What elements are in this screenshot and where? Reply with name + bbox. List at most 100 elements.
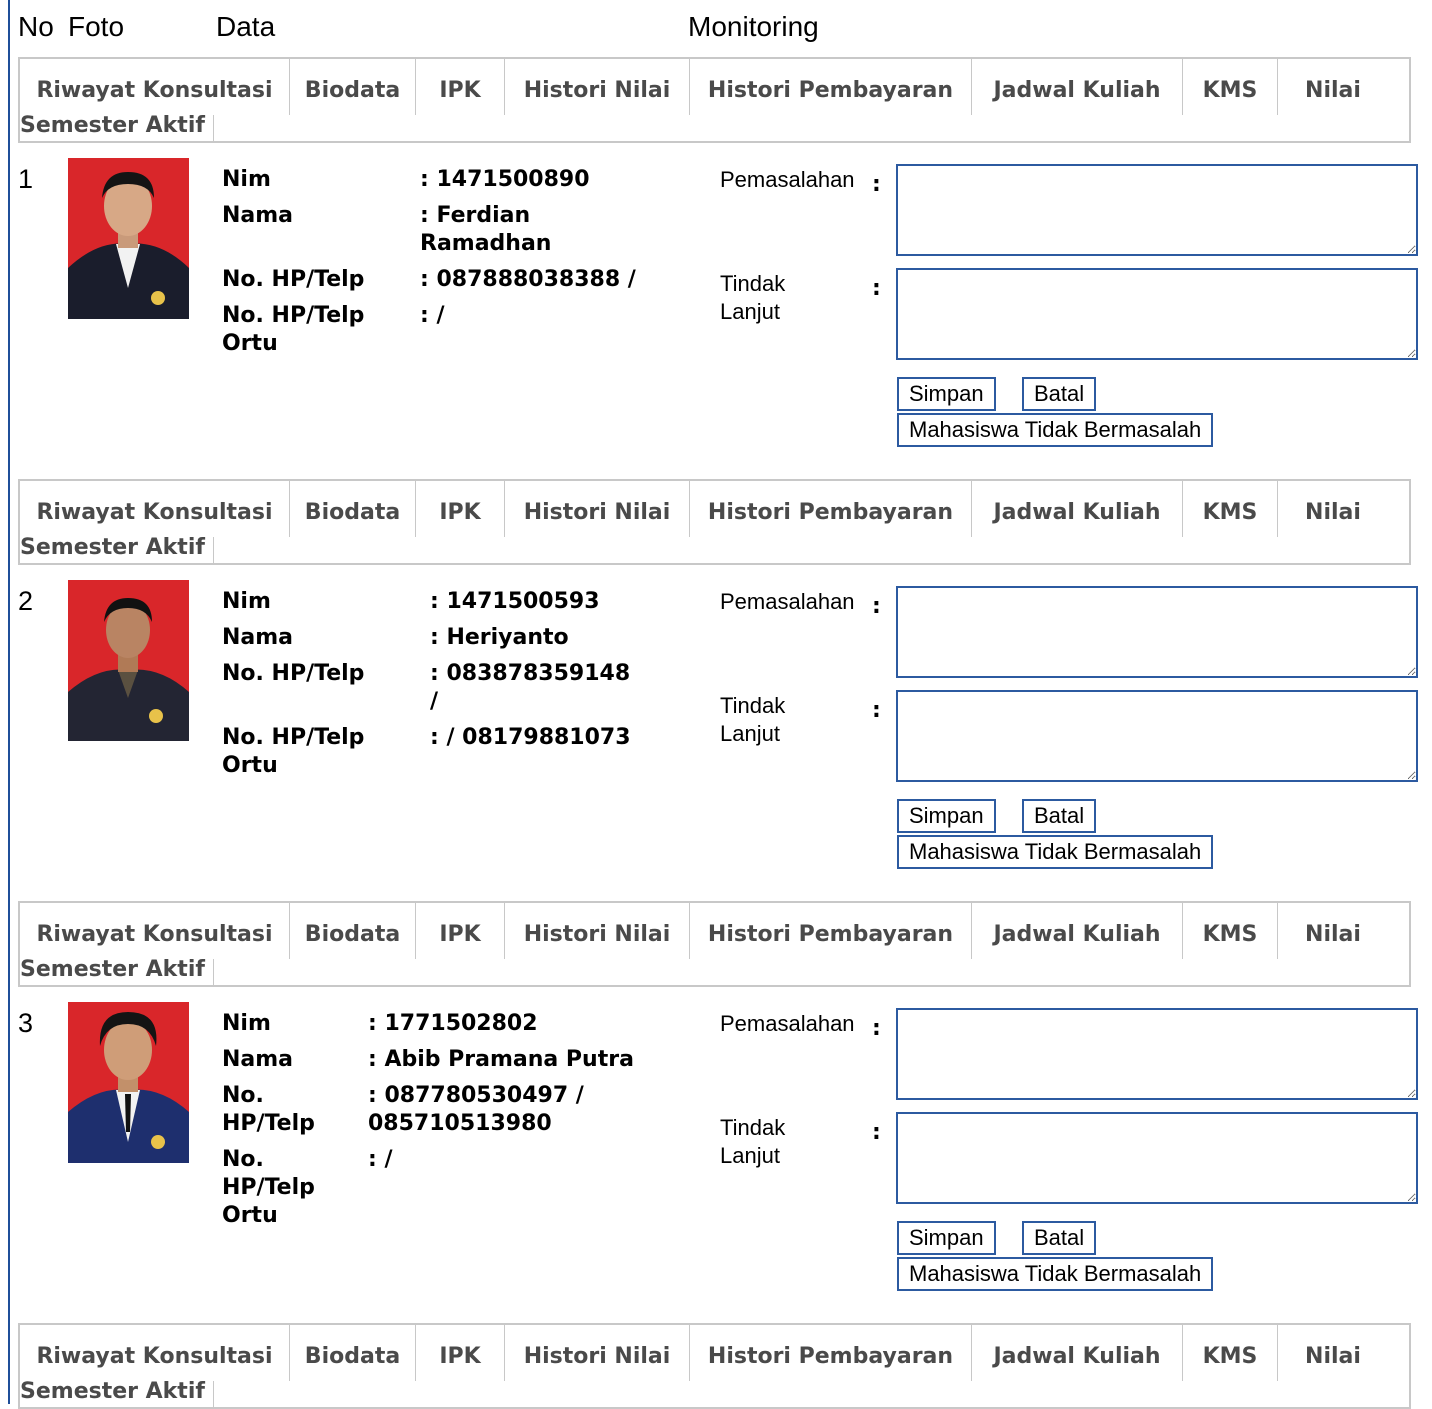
batal-button[interactable]: Batal xyxy=(1022,799,1097,833)
colon: : xyxy=(872,1016,881,1041)
tindak-lanjut-textarea[interactable] xyxy=(896,268,1418,360)
tab-semester-aktif[interactable]: Semester Aktif xyxy=(20,115,214,143)
tab-nilai[interactable]: Nilai xyxy=(1278,903,1388,959)
tab-ipk[interactable]: IPK xyxy=(416,903,505,959)
tab-nilai[interactable]: Nilai xyxy=(1278,1325,1388,1381)
tab-kms[interactable]: KMS xyxy=(1183,1325,1278,1381)
colon: : xyxy=(872,698,881,723)
tab-histori-nilai[interactable]: Histori Nilai xyxy=(505,59,690,115)
label-pemasalahan: Pemasalahan xyxy=(720,589,855,614)
value-nim: : 1771502802 xyxy=(368,1011,538,1036)
tab-kms[interactable]: KMS xyxy=(1183,59,1278,115)
value-hp: : 087780530497 / 085710513980 xyxy=(368,1083,584,1136)
tab-jadwal-kuliah[interactable]: Jadwal Kuliah xyxy=(972,1325,1183,1381)
tab-biodata[interactable]: Biodata xyxy=(290,481,416,537)
value-nama: : Heriyanto xyxy=(430,625,569,650)
value-hp-ortu: : / xyxy=(420,303,445,328)
simpan-button[interactable]: Simpan xyxy=(897,1221,996,1255)
value-hp-ortu: : / xyxy=(368,1147,393,1172)
tindak-lanjut-textarea[interactable] xyxy=(896,690,1418,782)
tidak-bermasalah-button[interactable]: Mahasiswa Tidak Bermasalah xyxy=(897,835,1214,869)
colon: : xyxy=(872,1120,881,1145)
value-nama: : Ferdian Ramadhan xyxy=(420,203,552,256)
tab-riwayat-konsultasi[interactable]: Riwayat Konsultasi xyxy=(20,1325,290,1381)
value-nama: : Abib Pramana Putra xyxy=(368,1047,634,1072)
tab-ipk[interactable]: IPK xyxy=(416,59,505,115)
student-photo xyxy=(68,1002,189,1163)
label-pemasalahan: Pemasalahan xyxy=(720,167,855,192)
label-tindak-lanjut: Tindak Lanjut xyxy=(720,1115,786,1168)
header-foto: Foto xyxy=(68,11,125,42)
tab-biodata[interactable]: Biodata xyxy=(290,1325,416,1381)
tab-jadwal-kuliah[interactable]: Jadwal Kuliah xyxy=(972,481,1183,537)
label-nim: Nim xyxy=(222,167,271,192)
tab-semester-aktif[interactable]: Semester Aktif xyxy=(20,1381,214,1409)
simpan-button[interactable]: Simpan xyxy=(897,377,996,411)
pemasalahan-textarea[interactable] xyxy=(896,164,1418,256)
label-tindak-lanjut: Tindak Lanjut xyxy=(720,693,786,746)
tab-nilai[interactable]: Nilai xyxy=(1278,59,1388,115)
row-number: 3 xyxy=(18,1008,34,1038)
label-hp: No. HP/Telp xyxy=(222,1083,315,1136)
tidak-bermasalah-button[interactable]: Mahasiswa Tidak Bermasalah xyxy=(897,1257,1214,1291)
value-hp-ortu: : / 08179881073 xyxy=(430,725,631,750)
value-hp: : 087888038388 / xyxy=(420,267,636,292)
tab-histori-pembayaran[interactable]: Histori Pembayaran xyxy=(690,1325,972,1381)
tab-histori-nilai[interactable]: Histori Nilai xyxy=(505,481,690,537)
value-nim: : 1471500593 xyxy=(430,589,600,614)
label-nim: Nim xyxy=(222,589,271,614)
student-tabs: Riwayat Konsultasi Biodata IPK Histori N… xyxy=(18,57,1411,143)
value-nim: : 1471500890 xyxy=(420,167,590,192)
colon: : xyxy=(872,594,881,619)
tindak-lanjut-textarea[interactable] xyxy=(896,1112,1418,1204)
value-hp: : 083878359148 / xyxy=(430,661,631,714)
tab-histori-pembayaran[interactable]: Histori Pembayaran xyxy=(690,481,972,537)
tab-kms[interactable]: KMS xyxy=(1183,903,1278,959)
tab-semester-aktif[interactable]: Semester Aktif xyxy=(20,959,214,987)
tab-riwayat-konsultasi[interactable]: Riwayat Konsultasi xyxy=(20,481,290,537)
label-hp-ortu: No. HP/Telp Ortu xyxy=(222,725,365,778)
tab-jadwal-kuliah[interactable]: Jadwal Kuliah xyxy=(972,59,1183,115)
tab-semester-aktif[interactable]: Semester Aktif xyxy=(20,537,214,565)
simpan-button[interactable]: Simpan xyxy=(897,799,996,833)
label-nim: Nim xyxy=(222,1011,271,1036)
tidak-bermasalah-button[interactable]: Mahasiswa Tidak Bermasalah xyxy=(897,413,1214,447)
tab-ipk[interactable]: IPK xyxy=(416,1325,505,1381)
batal-button[interactable]: Batal xyxy=(1022,1221,1097,1255)
colon: : xyxy=(872,276,881,301)
label-nama: Nama xyxy=(222,203,294,228)
label-hp: No. HP/Telp xyxy=(222,661,365,686)
label-tindak-lanjut: Tindak Lanjut xyxy=(720,271,786,324)
page-frame-left xyxy=(8,0,10,1404)
row-number: 2 xyxy=(18,586,34,616)
tab-ipk[interactable]: IPK xyxy=(416,481,505,537)
tab-histori-nilai[interactable]: Histori Nilai xyxy=(505,1325,690,1381)
student-photo xyxy=(68,158,189,319)
tab-riwayat-konsultasi[interactable]: Riwayat Konsultasi xyxy=(20,903,290,959)
tab-histori-nilai[interactable]: Histori Nilai xyxy=(505,903,690,959)
student-photo xyxy=(68,580,189,741)
tab-biodata[interactable]: Biodata xyxy=(290,903,416,959)
pemasalahan-textarea[interactable] xyxy=(896,1008,1418,1100)
tab-riwayat-konsultasi[interactable]: Riwayat Konsultasi xyxy=(20,59,290,115)
student-tabs: Riwayat Konsultasi Biodata IPK Histori N… xyxy=(18,479,1411,565)
tab-nilai[interactable]: Nilai xyxy=(1278,481,1388,537)
tab-histori-pembayaran[interactable]: Histori Pembayaran xyxy=(690,59,972,115)
student-tabs: Riwayat Konsultasi Biodata IPK Histori N… xyxy=(18,1323,1411,1409)
batal-button[interactable]: Batal xyxy=(1022,377,1097,411)
tab-biodata[interactable]: Biodata xyxy=(290,59,416,115)
label-hp: No. HP/Telp xyxy=(222,267,365,292)
pemasalahan-textarea[interactable] xyxy=(896,586,1418,678)
label-nama: Nama xyxy=(222,1047,294,1072)
tab-jadwal-kuliah[interactable]: Jadwal Kuliah xyxy=(972,903,1183,959)
label-nama: Nama xyxy=(222,625,294,650)
tab-histori-pembayaran[interactable]: Histori Pembayaran xyxy=(690,903,972,959)
row-number: 1 xyxy=(18,164,34,194)
student-tabs: Riwayat Konsultasi Biodata IPK Histori N… xyxy=(18,901,1411,987)
label-hp-ortu: No. HP/Telp Ortu xyxy=(222,1147,315,1228)
label-hp-ortu: No. HP/Telp Ortu xyxy=(222,303,365,356)
tab-kms[interactable]: KMS xyxy=(1183,481,1278,537)
header-monitoring: Monitoring xyxy=(688,11,819,42)
colon: : xyxy=(872,172,881,197)
header-no: No xyxy=(18,11,54,42)
